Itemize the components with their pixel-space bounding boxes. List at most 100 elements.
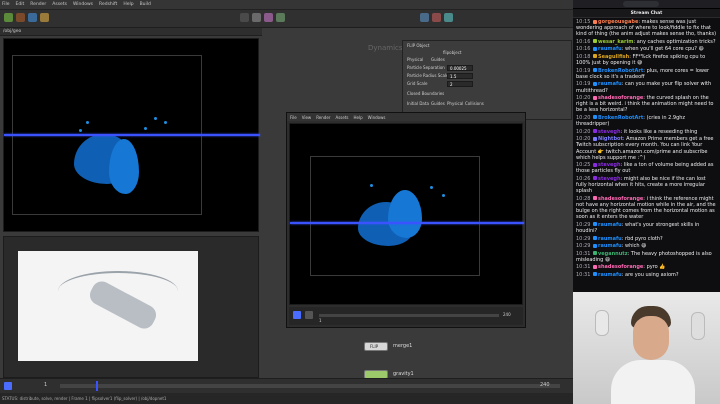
message-username[interactable]: stevegh: [598, 129, 621, 135]
message-time: 10:26: [576, 175, 591, 182]
user-badge-icon: [593, 129, 598, 134]
message-text: i think the reference might not have any…: [576, 195, 716, 221]
houdini-window: File Edit Render Assets Windows Redshift…: [0, 0, 573, 404]
main-viewport[interactable]: [3, 38, 260, 232]
tool-icon[interactable]: [264, 13, 273, 22]
user-badge-icon: [593, 68, 598, 73]
menu-item-render[interactable]: Render: [30, 2, 46, 7]
message-username[interactable]: shadesoforange: [598, 95, 643, 101]
render-viewport[interactable]: [289, 123, 524, 305]
timeline-playhead[interactable]: [96, 381, 98, 391]
end-frame: 240: [503, 312, 511, 317]
menu-item-build[interactable]: Build: [140, 2, 151, 7]
param-value-field[interactable]: 0.00025: [447, 65, 473, 71]
floating-viewport-window: File View Render Assets Help Windows 1 2…: [286, 112, 526, 328]
message-time: 10:18: [576, 53, 591, 60]
chat-message: 10:31 shadesoforange: pyro 👍: [576, 264, 717, 270]
message-time: 10:15: [576, 19, 591, 25]
message-username[interactable]: Nightbot: [598, 136, 623, 142]
chat-message: 10:16 wesar_karim: any caches optimizati…: [576, 39, 717, 45]
tool-icon[interactable]: [420, 13, 429, 22]
menu-item-windows[interactable]: Windows: [368, 115, 386, 120]
ground-plane: [4, 134, 260, 136]
chat-messages: 10:15 gorgeousgabe: makes sense was just…: [573, 18, 720, 280]
message-username[interactable]: gorgeousgabe: [598, 19, 638, 25]
message-username[interactable]: raumafu: [598, 272, 622, 278]
message-username[interactable]: Seagullfish: [598, 54, 629, 60]
tool-icon[interactable]: [16, 13, 25, 22]
message-username[interactable]: stevegh: [598, 162, 621, 168]
message-username[interactable]: vegannutz: [598, 251, 628, 257]
tab-initial-guides[interactable]: Guides: [431, 101, 445, 107]
menu-item-redshift[interactable]: Redshift: [99, 2, 117, 7]
tab-initial-physical[interactable]: Physical: [447, 101, 463, 107]
menu-item-windows[interactable]: Windows: [73, 2, 93, 7]
tab-physical[interactable]: Physical: [407, 57, 423, 63]
param-value-field[interactable]: 1.5: [447, 73, 473, 79]
message-username[interactable]: raumafu: [598, 243, 622, 249]
play-button[interactable]: [293, 311, 301, 319]
timeline-track[interactable]: [60, 384, 560, 388]
tool-icon[interactable]: [432, 13, 441, 22]
tool-icon[interactable]: [40, 13, 49, 22]
message-time: 10:28: [576, 195, 591, 202]
tab-pill[interactable]: [623, 1, 659, 7]
message-username[interactable]: BrokenRobotArt: [598, 115, 643, 121]
param-label: Grid Scale: [407, 81, 428, 86]
message-username[interactable]: raumafu: [598, 236, 622, 242]
tool-icon[interactable]: [252, 13, 261, 22]
menu-item-help[interactable]: Help: [353, 115, 362, 120]
menu-item-render[interactable]: Render: [316, 115, 330, 120]
menu-item-assets[interactable]: Assets: [52, 2, 67, 7]
tool-icon[interactable]: [28, 13, 37, 22]
user-badge-icon: [593, 54, 598, 59]
tool-icon[interactable]: [276, 13, 285, 22]
menu-item-file[interactable]: File: [290, 115, 297, 120]
menu-item-view[interactable]: View: [302, 115, 312, 120]
message-username[interactable]: raumafu: [598, 46, 622, 52]
tab-initial-collisions[interactable]: Collisions: [465, 101, 484, 107]
tool-icon[interactable]: [444, 13, 453, 22]
stop-button[interactable]: [305, 311, 313, 319]
message-username[interactable]: shadesoforange: [598, 196, 643, 202]
viewport-tab[interactable]: /obj/geo: [0, 28, 262, 36]
message-time: 10:29: [576, 243, 591, 250]
reference-pane: [3, 236, 259, 378]
water-droplet: [370, 184, 373, 187]
message-username[interactable]: shadesoforange: [598, 264, 643, 270]
message-username[interactable]: raumafu: [598, 81, 622, 87]
floating-menu-bar: File View Render Assets Help Windows: [287, 113, 525, 121]
user-badge-icon: [593, 19, 598, 24]
closed-boundaries-checkbox[interactable]: Closed Boundaries: [407, 91, 444, 97]
headphones: [595, 310, 609, 336]
play-button[interactable]: [4, 382, 12, 390]
message-username[interactable]: wesar_karim: [598, 39, 633, 45]
tool-icon[interactable]: [4, 13, 13, 22]
message-text: are you using axiom?: [625, 271, 679, 278]
user-badge-icon: [593, 236, 598, 241]
message-username[interactable]: stevegh: [598, 176, 621, 182]
user-badge-icon: [593, 251, 598, 256]
headphones: [691, 312, 705, 340]
message-username[interactable]: raumafu: [598, 222, 622, 228]
main-timeline[interactable]: 1 240: [0, 378, 573, 393]
message-time: 10:20: [576, 136, 591, 143]
menu-item-help[interactable]: Help: [123, 2, 133, 7]
initial-data-label: Initial Data: [407, 101, 429, 106]
message-username[interactable]: BrokenRobotArt: [598, 68, 643, 74]
message-text: rbd pyro cloth?: [625, 235, 663, 242]
user-badge-icon: [593, 162, 598, 167]
user-badge-icon: [593, 272, 598, 277]
menu-item-assets[interactable]: Assets: [335, 115, 348, 120]
param-value-field[interactable]: 2: [447, 81, 473, 87]
water-droplet: [442, 194, 445, 197]
menu-item-file[interactable]: File: [2, 2, 10, 7]
flip-node[interactable]: FLIP: [364, 342, 388, 351]
chat-message: 10:19 raumafu: can you make your flip so…: [576, 81, 717, 93]
tool-icon[interactable]: [240, 13, 249, 22]
timeline-track[interactable]: [319, 314, 499, 317]
menu-item-edit[interactable]: Edit: [16, 2, 25, 7]
parameter-panel: FLIP Object flipobject Physical Guides P…: [402, 40, 572, 120]
person-face: [633, 316, 669, 360]
tab-guides[interactable]: Guides: [431, 57, 445, 63]
